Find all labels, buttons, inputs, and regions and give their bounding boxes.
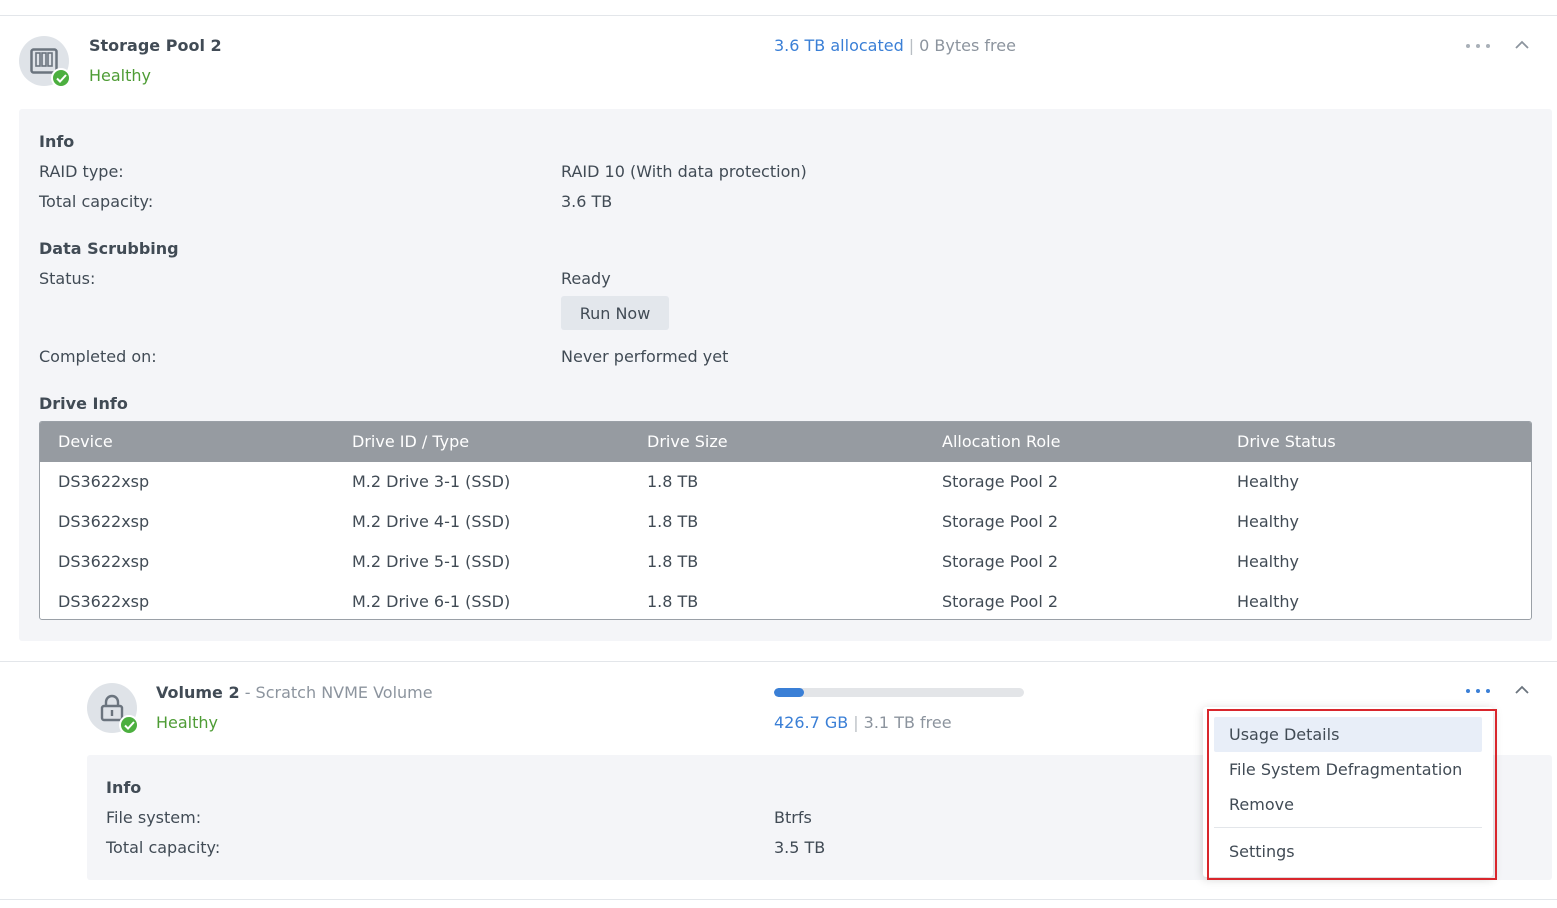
cell-drive-status: Healthy bbox=[1237, 552, 1300, 571]
completed-on-label: Completed on: bbox=[39, 347, 157, 366]
pool-alloc-separator: | bbox=[908, 36, 915, 55]
cell-device: DS3622xsp bbox=[58, 552, 150, 571]
top-divider bbox=[0, 15, 1557, 16]
pool-capacity-label: Total capacity: bbox=[39, 192, 154, 211]
table-row[interactable]: DS3622xsp M.2 Drive 5-1 (SSD) 1.8 TB Sto… bbox=[40, 542, 1531, 582]
pool-info-heading: Info bbox=[39, 132, 75, 151]
cell-drive-size: 1.8 TB bbox=[647, 472, 699, 491]
pool-allocation: 3.6 TB allocated | 0 Bytes free bbox=[774, 36, 1016, 55]
cell-allocation-role: Storage Pool 2 bbox=[942, 552, 1059, 571]
menu-item-defragmentation[interactable]: File System Defragmentation bbox=[1214, 752, 1482, 787]
volume-description: - Scratch NVME Volume bbox=[239, 683, 433, 702]
file-system-label: File system: bbox=[106, 808, 202, 827]
volume-context-menu: Usage Details File System Defragmentatio… bbox=[1203, 707, 1493, 877]
bottom-divider bbox=[0, 899, 1557, 900]
volume-usage-fill bbox=[774, 688, 804, 697]
drive-info-heading: Drive Info bbox=[39, 394, 128, 413]
section-divider bbox=[0, 661, 1557, 662]
pool-title: Storage Pool 2 bbox=[89, 36, 222, 55]
cell-device: DS3622xsp bbox=[58, 512, 150, 531]
volume-capacity-value: 3.5 TB bbox=[774, 838, 826, 857]
pool-free: 0 Bytes free bbox=[919, 36, 1016, 55]
volume-usage-bar bbox=[774, 688, 1024, 697]
cell-drive-size: 1.8 TB bbox=[647, 592, 699, 611]
cell-drive-size: 1.8 TB bbox=[647, 512, 699, 531]
scrubbing-status-label: Status: bbox=[39, 269, 96, 288]
menu-item-usage-details[interactable]: Usage Details bbox=[1214, 717, 1482, 752]
file-system-value: Btrfs bbox=[774, 808, 812, 827]
table-row[interactable]: DS3622xsp M.2 Drive 4-1 (SSD) 1.8 TB Sto… bbox=[40, 502, 1531, 542]
volume-more-icon[interactable] bbox=[1466, 681, 1490, 701]
volume-healthy-check-icon bbox=[119, 715, 139, 735]
column-header-device[interactable]: Device bbox=[58, 422, 113, 462]
pool-collapse-chevron-icon[interactable] bbox=[1513, 38, 1531, 52]
completed-on-value: Never performed yet bbox=[561, 347, 729, 366]
cell-drive-status: Healthy bbox=[1237, 472, 1300, 491]
volume-info-heading: Info bbox=[106, 778, 142, 797]
cell-drive-status: Healthy bbox=[1237, 512, 1300, 531]
pool-capacity-value: 3.6 TB bbox=[561, 192, 613, 211]
drive-info-table: Device Drive ID / Type Drive Size Alloca… bbox=[39, 421, 1532, 620]
run-now-button[interactable]: Run Now bbox=[561, 296, 669, 330]
table-row[interactable]: DS3622xsp M.2 Drive 6-1 (SSD) 1.8 TB Sto… bbox=[40, 582, 1531, 619]
column-header-drive-status[interactable]: Drive Status bbox=[1237, 422, 1336, 462]
cell-drive-status: Healthy bbox=[1237, 592, 1300, 611]
cell-allocation-role: Storage Pool 2 bbox=[942, 472, 1059, 491]
cell-drive-id: M.2 Drive 4-1 (SSD) bbox=[352, 512, 511, 531]
volume-name: Volume 2 bbox=[156, 683, 240, 702]
raid-type-label: RAID type: bbox=[39, 162, 124, 181]
column-header-drive-size[interactable]: Drive Size bbox=[647, 422, 728, 462]
volume-usage: 426.7 GB | 3.1 TB free bbox=[774, 713, 952, 732]
menu-item-settings[interactable]: Settings bbox=[1214, 834, 1482, 869]
pool-status: Healthy bbox=[89, 66, 152, 85]
cell-allocation-role: Storage Pool 2 bbox=[942, 512, 1059, 531]
raid-type-value: RAID 10 (With data protection) bbox=[561, 162, 807, 181]
volume-capacity-label: Total capacity: bbox=[106, 838, 221, 857]
cell-device: DS3622xsp bbox=[58, 472, 150, 491]
cell-device: DS3622xsp bbox=[58, 592, 150, 611]
volume-used[interactable]: 426.7 GB bbox=[774, 713, 848, 732]
volume-usage-separator: | bbox=[853, 713, 859, 732]
table-row[interactable]: DS3622xsp M.2 Drive 3-1 (SSD) 1.8 TB Sto… bbox=[40, 462, 1531, 502]
volume-status: Healthy bbox=[156, 713, 219, 732]
scrubbing-heading: Data Scrubbing bbox=[39, 239, 179, 258]
column-header-allocation-role[interactable]: Allocation Role bbox=[942, 422, 1060, 462]
storage-pool-icon bbox=[19, 36, 71, 88]
cell-drive-id: M.2 Drive 5-1 (SSD) bbox=[352, 552, 511, 571]
volume-collapse-chevron-icon[interactable] bbox=[1513, 683, 1531, 697]
pool-more-icon[interactable] bbox=[1466, 36, 1490, 56]
cell-drive-id: M.2 Drive 6-1 (SSD) bbox=[352, 592, 511, 611]
volume-title: Volume 2 - Scratch NVME Volume bbox=[156, 683, 433, 702]
volume-free: 3.1 TB free bbox=[863, 713, 952, 732]
column-header-drive-id[interactable]: Drive ID / Type bbox=[352, 422, 469, 462]
cell-drive-id: M.2 Drive 3-1 (SSD) bbox=[352, 472, 511, 491]
healthy-check-icon bbox=[51, 68, 71, 88]
cell-allocation-role: Storage Pool 2 bbox=[942, 592, 1059, 611]
pool-allocated[interactable]: 3.6 TB allocated bbox=[774, 36, 904, 55]
menu-divider bbox=[1214, 827, 1482, 828]
cell-drive-size: 1.8 TB bbox=[647, 552, 699, 571]
menu-item-remove[interactable]: Remove bbox=[1214, 787, 1482, 822]
volume-icon bbox=[87, 683, 139, 735]
table-header: Device Drive ID / Type Drive Size Alloca… bbox=[40, 422, 1531, 462]
scrubbing-status-value: Ready bbox=[561, 269, 611, 288]
